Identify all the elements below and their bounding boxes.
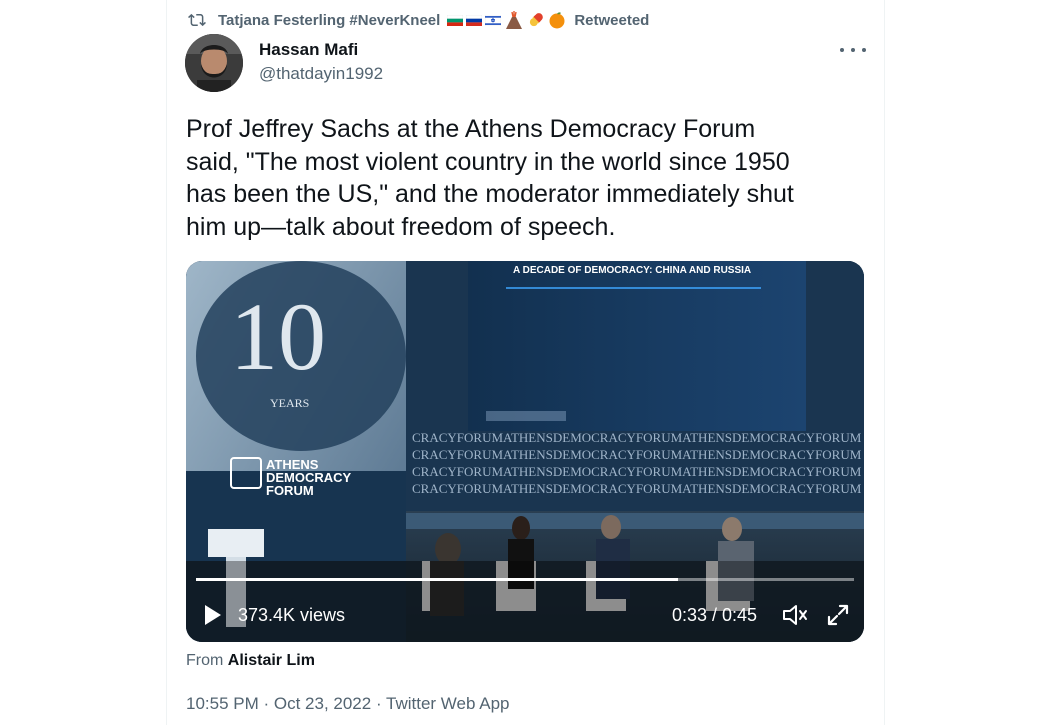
tweet-text-line: said, "The most violent country in the w… [186, 147, 790, 176]
timeline-border-left [166, 0, 167, 725]
forum-logo-line: FORUM [266, 483, 314, 498]
source-prefix: From [186, 652, 224, 669]
pill-icon [530, 13, 544, 27]
backdrop-text: CRACYFORUMATHENSDEMOCRACYFORUMATHENSDEMO… [412, 481, 862, 496]
tweet-timestamp[interactable]: 10:55 PM · Oct 23, 2022 · Twitter Web Ap… [186, 694, 509, 714]
years-label: YEARS [270, 396, 309, 410]
tweet-text: Prof Jeffrey Sachs at the Athens Democra… [186, 113, 876, 243]
screen-title: A DECADE OF DEMOCRACY: CHINA AND RUSSIA [513, 265, 751, 276]
retweeted-label: Retweeted [574, 11, 650, 29]
play-icon[interactable] [204, 604, 222, 626]
backdrop-text: CRACYFORUMATHENSDEMOCRACYFORUMATHENSDEMO… [412, 430, 862, 445]
retweet-context: Tatjana Festerling #NeverKneel Retweeted [186, 9, 649, 31]
bulgaria-flag-icon [447, 14, 464, 26]
video-progress-bar[interactable] [196, 578, 854, 581]
russia-flag-icon [466, 14, 483, 26]
volume-icon[interactable] [782, 603, 808, 627]
tweet-text-line: has been the US," and the moderator imme… [186, 180, 794, 208]
video-progress-fill [196, 578, 679, 581]
tweet-text-line: Prof Jeffrey Sachs at the Athens Democra… [186, 115, 756, 143]
backdrop-text: CRACYFORUMATHENSDEMOCRACYFORUMATHENSDEMO… [412, 447, 862, 462]
orange-icon [549, 12, 565, 29]
israel-flag-icon [485, 14, 502, 26]
backdrop-text: CRACYFORUMATHENSDEMOCRACYFORUMATHENSDEMO… [412, 464, 862, 479]
profile-photo [185, 34, 243, 92]
retweet-icon [188, 13, 206, 27]
video-time: 0:33 / 0:45 [672, 605, 758, 625]
source-name[interactable]: Alistair Lim [228, 652, 315, 669]
view-count: 373.4K views [238, 605, 346, 625]
retweeter-name[interactable]: Tatjana Festerling #NeverKneel [218, 12, 440, 29]
more-options-icon[interactable] [840, 40, 866, 60]
video-frame: A DECADE OF DEMOCRACY: CHINA AND RUSSIA … [186, 261, 864, 642]
years-number: 10 [230, 283, 326, 390]
author-name[interactable]: Hassan Mafi [259, 40, 358, 60]
video-source: From Alistair Lim [186, 652, 315, 670]
volcano-icon [506, 11, 523, 29]
tweet-text-line: him up—talk about freedom of speech. [186, 212, 616, 241]
timeline-border-right [884, 0, 885, 725]
fullscreen-icon[interactable] [826, 603, 850, 627]
video-player[interactable]: A DECADE OF DEMOCRACY: CHINA AND RUSSIA … [186, 261, 864, 642]
avatar[interactable] [185, 34, 243, 92]
author-handle[interactable]: @thatdayin1992 [259, 64, 383, 84]
